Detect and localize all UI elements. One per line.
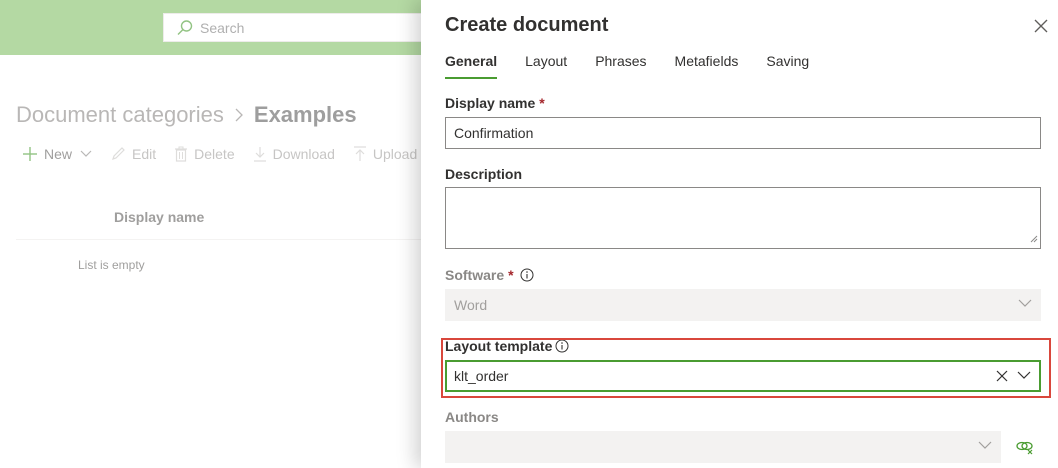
breadcrumb-parent[interactable]: Document categories xyxy=(16,102,224,128)
add-icon xyxy=(23,147,37,161)
upload-button[interactable]: Upload xyxy=(353,146,417,162)
tab-bar: General Layout Phrases Metafields Saving xyxy=(445,45,828,79)
breadcrumb-current: Examples xyxy=(253,102,357,127)
software-value: Word xyxy=(454,297,488,313)
chevron-down-icon xyxy=(978,441,992,450)
authors-dropdown xyxy=(445,431,1001,463)
chevron-down-icon xyxy=(1018,299,1032,308)
edit-icon xyxy=(112,147,125,160)
software-dropdown: Word xyxy=(445,289,1041,321)
search-placeholder: Search xyxy=(200,19,245,36)
link-people-icon[interactable] xyxy=(1016,439,1034,455)
empty-list-message: List is empty xyxy=(78,258,145,272)
display-name-label: Display name * xyxy=(445,95,545,111)
chevron-right-icon xyxy=(234,108,244,122)
display-name-value: Confirmation xyxy=(454,125,534,141)
search-box[interactable]: Search xyxy=(163,13,443,42)
download-button[interactable]: Download xyxy=(253,146,335,162)
edit-label: Edit xyxy=(132,146,157,162)
close-icon[interactable] xyxy=(1033,18,1049,34)
required-marker: * xyxy=(539,95,545,111)
tab-general[interactable]: General xyxy=(436,45,506,79)
column-display-name[interactable]: Display name xyxy=(114,209,204,225)
required-marker: * xyxy=(508,267,514,283)
authors-label: Authors xyxy=(445,409,499,425)
breadcrumb: Document categories Examples xyxy=(16,102,357,128)
description-label: Description xyxy=(445,166,522,182)
tab-metafields[interactable]: Metafields xyxy=(666,45,748,79)
command-bar: New Edit Delete Download Upload xyxy=(22,146,435,162)
chevron-down-icon xyxy=(80,150,92,157)
tab-phrases[interactable]: Phrases xyxy=(586,45,655,79)
tab-saving[interactable]: Saving xyxy=(757,45,818,79)
delete-icon xyxy=(175,146,188,162)
software-label: Software * xyxy=(445,267,534,283)
display-name-label-text: Display name xyxy=(445,95,536,111)
upload-icon xyxy=(353,146,366,161)
info-icon[interactable] xyxy=(520,268,534,282)
download-label: Download xyxy=(272,146,335,162)
delete-label: Delete xyxy=(194,146,235,162)
display-name-input[interactable]: Confirmation xyxy=(445,117,1041,149)
authors-label-text: Authors xyxy=(445,409,499,425)
tab-layout[interactable]: Layout xyxy=(516,45,576,79)
software-label-text: Software xyxy=(445,267,505,283)
list-header: Display name xyxy=(16,206,426,240)
highlight-box xyxy=(441,338,1051,398)
download-icon xyxy=(253,147,266,162)
search-icon xyxy=(176,19,194,37)
edit-button[interactable]: Edit xyxy=(110,146,156,162)
resize-handle-icon[interactable] xyxy=(1030,230,1038,246)
new-button[interactable]: New xyxy=(22,146,92,162)
panel-title: Create document xyxy=(445,14,609,36)
delete-button[interactable]: Delete xyxy=(174,146,235,162)
new-label: New xyxy=(44,146,73,162)
description-textarea[interactable] xyxy=(445,187,1041,249)
upload-label: Upload xyxy=(372,146,418,162)
description-label-text: Description xyxy=(445,166,523,182)
